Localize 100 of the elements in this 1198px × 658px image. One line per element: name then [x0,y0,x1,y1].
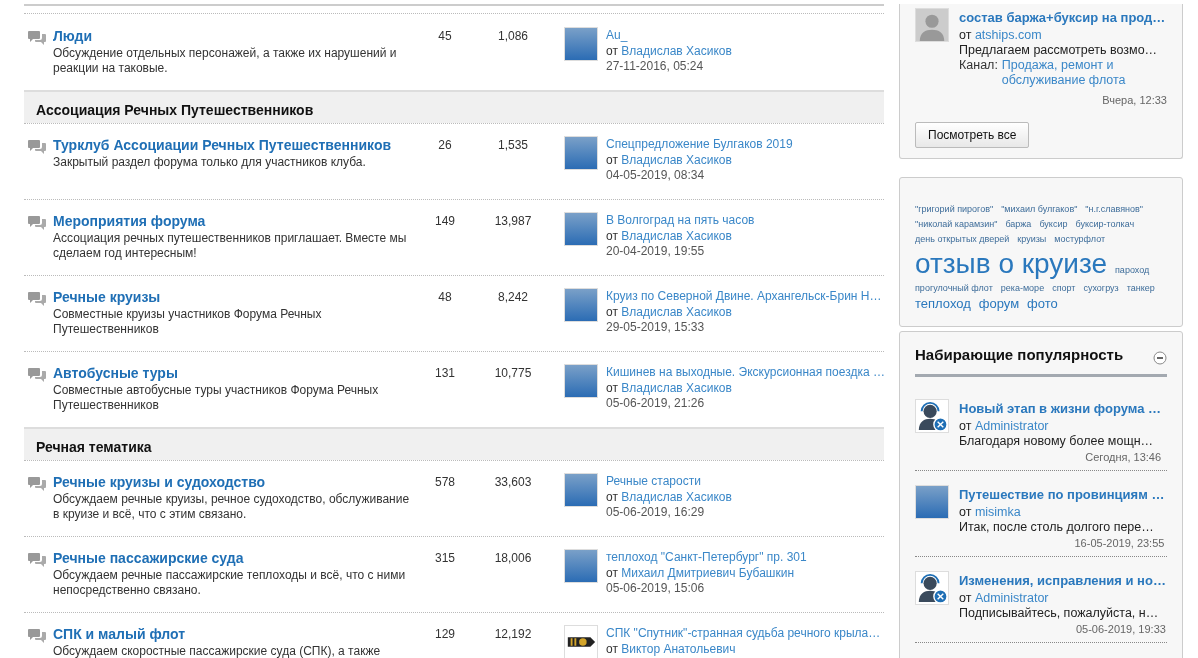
ad-time: Вчера, 12:33 [1101,92,1167,108]
last-post-link[interactable]: Круиз по Северной Двине. Архангельск-Брин Н… [606,289,882,303]
ad-excerpt: Предлагаем рассмотреть возмо… [959,42,1159,58]
support-agent-icon [915,399,949,433]
speech-bubbles-icon [28,476,46,492]
last-post-link[interactable]: Кишинев на выходные. Экскурсионная поездка … [606,365,885,379]
author-link[interactable]: Владислав Хасиков [621,305,732,319]
topic-title-link[interactable]: Новый этап в жизни форума … [959,399,1162,419]
tag-link[interactable]: "григорий пирогов" [915,202,994,217]
forum-title-link[interactable]: Автобусные туры [53,364,178,382]
tag-link[interactable]: круизы [1017,232,1047,247]
tag-link[interactable]: спорт [1052,281,1076,296]
tag-link[interactable]: "н.г.славянов" [1085,202,1143,217]
photo-placeholder [915,485,949,519]
tag-link[interactable]: день открытых дверей [915,232,1010,247]
speech-bubbles-icon [28,291,46,307]
topic-time: 16-05-2019, 23:55 [1073,535,1165,551]
author-link[interactable]: Михаил Дмитриевич Бубашкин [621,566,795,580]
forum-title-link[interactable]: Речные круизы и судоходство [53,473,266,491]
author-link[interactable]: Administrator [974,418,1049,433]
post-count: 33,603 [493,474,533,491]
author-link[interactable]: Владислав Хасиков [621,381,732,395]
speech-bubbles-icon [28,552,46,568]
user-silhouette-icon [915,8,949,42]
view-all-button[interactable]: Посмотреть все [915,122,1030,148]
tag-link[interactable]: пароход [1115,263,1150,278]
topic-count: 315 [434,550,456,567]
post-count: 1,535 [497,137,529,154]
channel-link[interactable]: Продажа, ремонт и обслуживание флота [1001,57,1167,88]
forum-description: Закрытый раздел форума только для участников клуба. [53,155,367,170]
topic-time: Сегодня, 13:46 [1084,449,1162,465]
collapse-button[interactable] [1153,348,1167,362]
tag-link[interactable]: сухогруз [1083,281,1119,296]
forum-title-link[interactable]: Люди [53,27,93,45]
post-date: 05-06-2019, 21:26 [606,396,706,410]
by-label: от [606,153,618,167]
tag-link[interactable]: прогулочный флот [915,281,993,296]
topic-count: 26 [437,137,453,154]
post-count: 13,987 [493,213,533,230]
tag-link[interactable]: форум [978,296,1020,312]
photo-placeholder [564,27,598,61]
by-label: от [959,504,972,519]
post-count: 12,192 [493,626,533,643]
tag-link[interactable]: фото [1027,296,1058,312]
author-link[interactable]: Administrator [974,590,1049,605]
by-label: от [959,27,972,42]
topic-title-link[interactable]: Путешествие по провинциям … [959,485,1165,505]
post-count: 8,242 [497,289,529,306]
forum-description: Обсуждаем скоростные пассажирские суда (СПК), а также [53,644,382,658]
last-post-link[interactable]: В Волгоград на пять часов [606,213,755,227]
forum-description: Обсуждаем речные пассажирские теплоходы и всё, что с ними непосредственно связано. [53,568,407,598]
forum-title-link[interactable]: Мероприятия форума [53,212,206,230]
tag-link[interactable]: отзыв о круизе [915,247,1107,281]
tag-link[interactable]: "михаил булгаков" [1001,202,1078,217]
author-link[interactable]: Владислав Хасиков [621,44,732,58]
tag-link[interactable]: танкер [1126,281,1155,296]
post-date: 20-04-2019, 19:55 [606,244,706,258]
author-link[interactable]: Владислав Хасиков [621,229,732,243]
last-post-link[interactable]: Речные старости [606,474,701,488]
tag-link[interactable]: баржа [1005,217,1032,232]
author-link[interactable]: Владислав Хасиков [621,153,732,167]
forum-title-link[interactable]: СПК и малый флот [53,625,186,643]
forum-title-link[interactable]: Турклуб Ассоциации Речных Путешественников [53,136,392,154]
speech-bubbles-icon [28,139,46,155]
forum-title-link[interactable]: Речные круизы [53,288,161,306]
topic-count: 578 [434,474,456,491]
author-link[interactable]: misimka [974,504,1021,519]
tag-link[interactable]: мостурфлот [1054,232,1106,247]
topic-count: 45 [437,28,453,45]
topic-count: 129 [434,626,456,643]
tag-link[interactable]: буксир [1039,217,1068,232]
panel-title: Набирающие популярность [915,346,1124,364]
last-post-link[interactable]: СПК "Спутник"-странная судьба речного крыла… [606,626,881,640]
tag-link[interactable]: река-море [1000,281,1045,296]
topic-excerpt: Подписывайтесь, пожалуйста, н… [959,605,1160,621]
last-post-link[interactable]: Спецпредложение Булгаков 2019 [606,137,793,151]
last-post-link[interactable]: Au_ [606,28,628,42]
category-header: Речная тематика [24,427,884,460]
author-link[interactable]: Виктор Анатольевич [621,642,736,656]
by-label: от [959,590,972,605]
tag-link[interactable]: теплоход [915,296,971,312]
by-label: от [959,418,972,433]
topic-title-link[interactable]: Изменения, исправления и но… [959,571,1166,591]
by-label: от [606,642,618,656]
topic-time: 05-06-2019, 19:33 [1074,621,1166,637]
ad-title-link[interactable]: состав баржа+буксир на прод… [959,8,1167,28]
tag-link[interactable]: "николай карамзин" [915,217,998,232]
forum-description: Совместные круизы участников Форума Речных Путешественников [53,307,323,337]
by-label: от [606,229,618,243]
author-link[interactable]: Владислав Хасиков [621,490,732,504]
author-link[interactable]: atships.com [974,27,1042,42]
topic-count: 149 [434,213,456,230]
tag-link[interactable]: буксир-толкач [1075,217,1135,232]
forum-title-link[interactable]: Речные пассажирские суда [53,549,244,567]
speech-bubbles-icon [28,215,46,231]
photo-placeholder [564,136,598,170]
photo-placeholder [564,364,598,398]
photo-placeholder [564,212,598,246]
topic-excerpt: Итак, после столь долгого пере… [959,519,1155,535]
last-post-link[interactable]: теплоход "Санкт-Петербург" пр. 301 [606,550,807,564]
